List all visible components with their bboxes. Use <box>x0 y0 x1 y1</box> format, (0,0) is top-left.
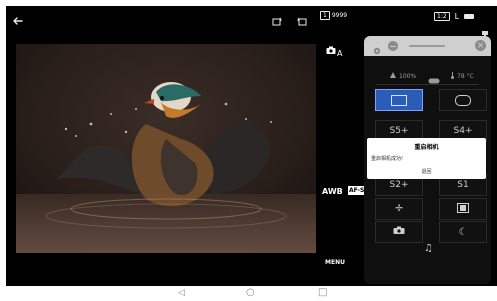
gear-icon[interactable] <box>372 41 382 55</box>
fan-icon: ✢ <box>395 204 403 214</box>
rotate-right-icon[interactable] <box>296 13 308 26</box>
nav-back-button[interactable]: ◁ <box>178 288 185 298</box>
camera-icon <box>393 226 405 238</box>
drag-handle[interactable] <box>409 45 445 47</box>
thermometer-icon <box>450 72 455 81</box>
camera-preview-image <box>16 44 316 253</box>
storage-indicator: 1 9999 <box>320 11 347 20</box>
shots-remaining: 9999 <box>331 12 348 19</box>
menu-button[interactable]: MENU <box>325 259 345 266</box>
quality-indicator: 1:2 L <box>434 12 475 21</box>
nav-home-button[interactable]: ○ <box>246 287 255 298</box>
af-mode-indicator[interactable]: AF-S <box>348 186 366 195</box>
gamepad-icon <box>428 70 440 84</box>
wifi-strength: 100% <box>390 72 416 80</box>
wifi-percent: 100% <box>399 72 417 80</box>
square-frame-icon <box>391 94 407 106</box>
frame-mode-rounded-tile[interactable] <box>439 89 487 111</box>
film-tile[interactable] <box>439 198 487 220</box>
shooting-mode[interactable]: A <box>326 46 342 58</box>
rounded-frame-icon <box>455 94 471 106</box>
storage-badge: 1 <box>320 11 330 20</box>
moon-tile[interactable]: ☾ <box>439 221 487 243</box>
camera-app: 1 9999 1:2 L A AWB AF-S MENU × 100% 78 °… <box>6 6 497 286</box>
mode-label: A <box>337 49 343 58</box>
close-button[interactable]: × <box>475 40 486 51</box>
awb-indicator[interactable]: AWB <box>322 187 343 196</box>
temperature: 78 °C <box>450 72 474 81</box>
camera-tile[interactable] <box>375 221 423 243</box>
rotate-left-icon[interactable] <box>271 13 283 26</box>
battery-icon <box>464 14 475 19</box>
dialog-message: 重启相机成功! <box>371 156 404 162</box>
restart-camera-dialog: 重启相机 重启相机成功! 退回 <box>367 138 486 179</box>
dialog-back-button[interactable]: 退回 <box>367 168 486 175</box>
panel-divider <box>376 84 479 85</box>
film-icon <box>457 202 469 216</box>
back-icon[interactable] <box>12 12 24 25</box>
camera-icon <box>326 46 336 58</box>
minimize-icon[interactable] <box>388 41 398 51</box>
frame-mode-square-tile[interactable] <box>375 89 423 111</box>
moon-icon: ☾ <box>458 226 468 238</box>
temperature-value: 78 °C <box>457 73 474 80</box>
system-navigation-bar: ◁ ○ □ <box>0 286 497 301</box>
dialog-title: 重启相机 <box>414 144 439 151</box>
music-note-icon[interactable]: ♫ <box>424 243 433 254</box>
wifi-icon <box>390 72 397 80</box>
nav-recent-button[interactable]: □ <box>318 287 327 298</box>
quality-badge: 1:2 <box>434 12 450 21</box>
usb-plug-icon <box>480 24 490 38</box>
size-letter: L <box>454 12 460 21</box>
fan-tile[interactable]: ✢ <box>375 198 423 220</box>
